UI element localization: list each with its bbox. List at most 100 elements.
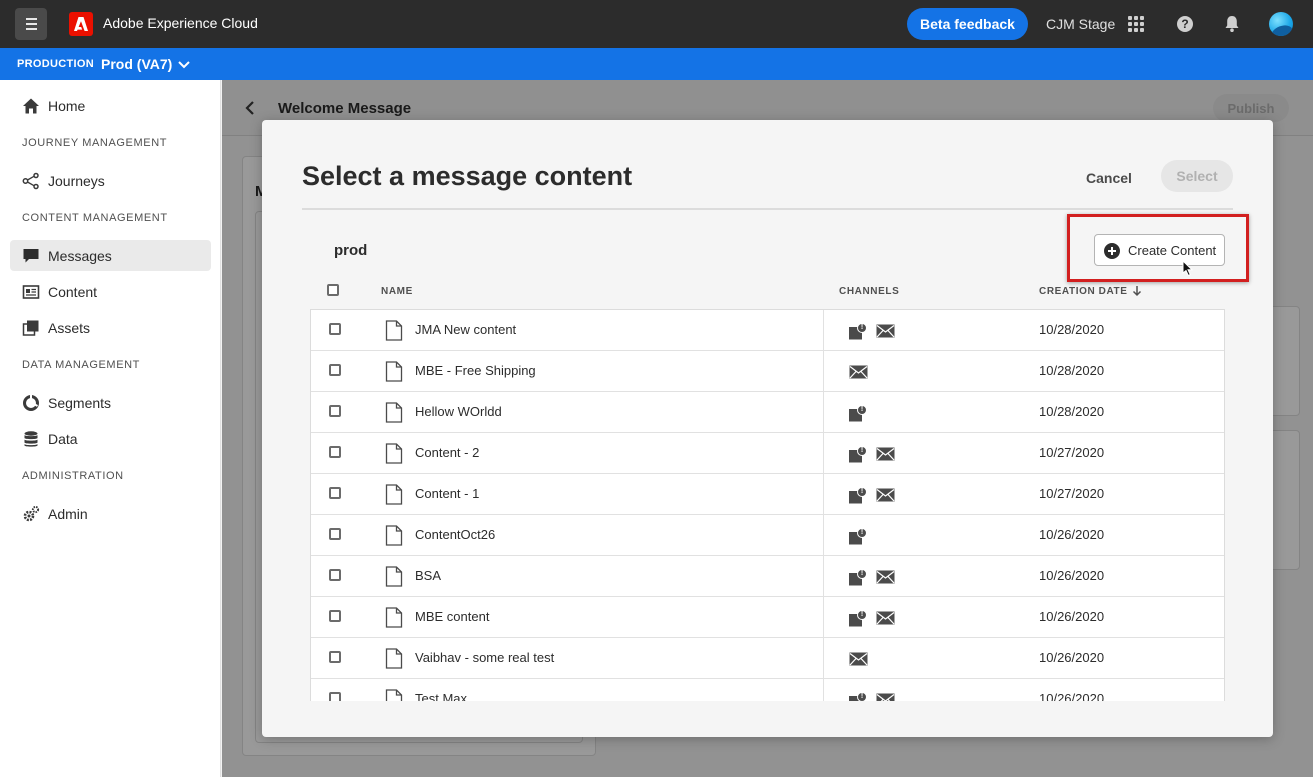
chevron-down-icon[interactable] bbox=[177, 58, 191, 76]
row-checkbox[interactable] bbox=[329, 692, 341, 701]
row-checkbox[interactable] bbox=[329, 364, 341, 376]
gear-icon bbox=[23, 505, 40, 522]
sidebar-item-home[interactable]: Home bbox=[10, 90, 211, 121]
adobe-logo[interactable] bbox=[69, 12, 93, 36]
sidebar-item-content[interactable]: Content bbox=[10, 276, 211, 307]
column-header-creation-date[interactable]: CREATION DATE bbox=[1039, 286, 1128, 297]
table-row[interactable]: Hellow WOrldd ! 10/28/2020 bbox=[311, 392, 1224, 433]
sidebar-item-messages[interactable]: Messages bbox=[10, 240, 211, 271]
row-checkbox[interactable] bbox=[329, 487, 341, 499]
content-name: Content - 1 bbox=[415, 486, 480, 501]
sidebar: Home JOURNEY MANAGEMENT Journeys CONTENT… bbox=[0, 80, 221, 777]
section-heading-content: CONTENT MANAGEMENT bbox=[22, 212, 168, 224]
sidebar-item-journeys[interactable]: Journeys bbox=[10, 165, 211, 196]
document-icon bbox=[385, 320, 403, 341]
help-icon[interactable]: ? bbox=[1177, 16, 1193, 32]
creation-date: 10/28/2020 bbox=[1039, 404, 1105, 419]
sandbox-type-label: PRODUCTION bbox=[17, 58, 94, 70]
org-switcher[interactable]: CJM Stage bbox=[1046, 16, 1115, 32]
table-row[interactable]: JMA New content ! 10/28/2020 bbox=[311, 310, 1224, 351]
apps-icon[interactable] bbox=[1128, 16, 1144, 32]
row-checkbox[interactable] bbox=[329, 446, 341, 458]
table-row[interactable]: Content - 2 ! 10/27/2020 bbox=[311, 433, 1224, 474]
segments-icon bbox=[23, 394, 39, 411]
app-title[interactable]: Adobe Experience Cloud bbox=[103, 15, 258, 31]
channel-icons: ! bbox=[849, 404, 868, 422]
section-heading-journey: JOURNEY MANAGEMENT bbox=[22, 137, 168, 149]
push-notification-icon: ! bbox=[849, 568, 868, 586]
sidebar-item-label: Segments bbox=[48, 395, 112, 411]
mouse-cursor-icon bbox=[1182, 259, 1194, 282]
column-divider bbox=[823, 515, 824, 556]
creation-date: 10/26/2020 bbox=[1039, 650, 1105, 665]
cancel-button[interactable]: Cancel bbox=[1072, 163, 1146, 193]
journey-icon bbox=[22, 172, 39, 190]
content-name: BSA bbox=[415, 568, 442, 583]
table-row[interactable]: BSA ! 10/26/2020 bbox=[311, 556, 1224, 597]
row-checkbox[interactable] bbox=[329, 405, 341, 417]
beta-feedback-button[interactable]: Beta feedback bbox=[907, 8, 1028, 40]
push-notification-icon: ! bbox=[849, 404, 868, 422]
document-icon bbox=[385, 607, 403, 628]
column-divider bbox=[823, 310, 824, 351]
table-row[interactable]: MBE content ! 10/26/2020 bbox=[311, 597, 1224, 638]
column-divider bbox=[823, 679, 824, 701]
select-all-checkbox[interactable] bbox=[327, 284, 339, 296]
email-icon bbox=[849, 652, 868, 666]
sidebar-item-assets[interactable]: Assets bbox=[10, 312, 211, 343]
sandbox-switcher[interactable]: Prod (VA7) bbox=[101, 56, 172, 72]
sidebar-item-data[interactable]: Data bbox=[10, 423, 211, 454]
channel-icons: ! bbox=[849, 322, 895, 340]
message-icon bbox=[23, 249, 39, 263]
row-checkbox[interactable] bbox=[329, 569, 341, 581]
sidebar-item-segments[interactable]: Segments bbox=[10, 387, 211, 418]
sidebar-item-label: Assets bbox=[48, 320, 91, 336]
email-icon bbox=[876, 488, 895, 502]
sidebar-item-label: Journeys bbox=[48, 173, 105, 189]
push-notification-icon: ! bbox=[849, 527, 868, 545]
content-name: MBE - Free Shipping bbox=[415, 363, 536, 378]
menu-icon[interactable] bbox=[15, 8, 47, 40]
content-table: JMA New content ! 10/28/2020 MBE - Free … bbox=[310, 309, 1225, 701]
table-row[interactable]: ContentOct26 ! 10/26/2020 bbox=[311, 515, 1224, 556]
table-row[interactable]: Test Max ! 10/26/2020 bbox=[311, 679, 1224, 701]
email-icon bbox=[876, 693, 895, 701]
push-notification-icon: ! bbox=[849, 445, 868, 463]
channel-icons bbox=[849, 650, 868, 668]
creation-date: 10/26/2020 bbox=[1039, 609, 1105, 624]
column-header-name[interactable]: NAME bbox=[381, 286, 413, 297]
row-checkbox[interactable] bbox=[329, 651, 341, 663]
channel-icons: ! bbox=[849, 527, 868, 545]
channel-icons: ! bbox=[849, 609, 895, 627]
avatar[interactable] bbox=[1269, 12, 1293, 36]
creation-date: 10/27/2020 bbox=[1039, 445, 1105, 460]
sidebar-item-admin[interactable]: Admin bbox=[10, 498, 211, 529]
column-header-channels: CHANNELS bbox=[839, 286, 900, 297]
sort-descending-icon[interactable] bbox=[1132, 284, 1142, 302]
select-button[interactable]: Select bbox=[1161, 160, 1233, 192]
content-name: Content - 2 bbox=[415, 445, 480, 460]
row-checkbox[interactable] bbox=[329, 323, 341, 335]
bell-icon[interactable] bbox=[1224, 15, 1240, 38]
document-icon bbox=[385, 566, 403, 587]
channel-icons bbox=[849, 363, 868, 381]
column-divider bbox=[823, 474, 824, 515]
table-row[interactable]: Content - 1 ! 10/27/2020 bbox=[311, 474, 1224, 515]
email-icon bbox=[876, 611, 895, 625]
section-heading-data: DATA MANAGEMENT bbox=[22, 359, 140, 371]
assets-icon bbox=[22, 320, 39, 336]
folder-name: prod bbox=[334, 242, 368, 259]
row-checkbox[interactable] bbox=[329, 610, 341, 622]
document-icon bbox=[385, 648, 403, 669]
row-checkbox[interactable] bbox=[329, 528, 341, 540]
channel-icons: ! bbox=[849, 568, 895, 586]
channel-icons: ! bbox=[849, 486, 895, 504]
content-name: MBE content bbox=[415, 609, 490, 624]
table-row[interactable]: MBE - Free Shipping 10/28/2020 bbox=[311, 351, 1224, 392]
content-icon bbox=[22, 285, 40, 299]
column-divider bbox=[823, 556, 824, 597]
push-notification-icon: ! bbox=[849, 609, 868, 627]
table-row[interactable]: Vaibhav - some real test 10/26/2020 bbox=[311, 638, 1224, 679]
email-icon bbox=[876, 570, 895, 584]
creation-date: 10/28/2020 bbox=[1039, 363, 1105, 378]
